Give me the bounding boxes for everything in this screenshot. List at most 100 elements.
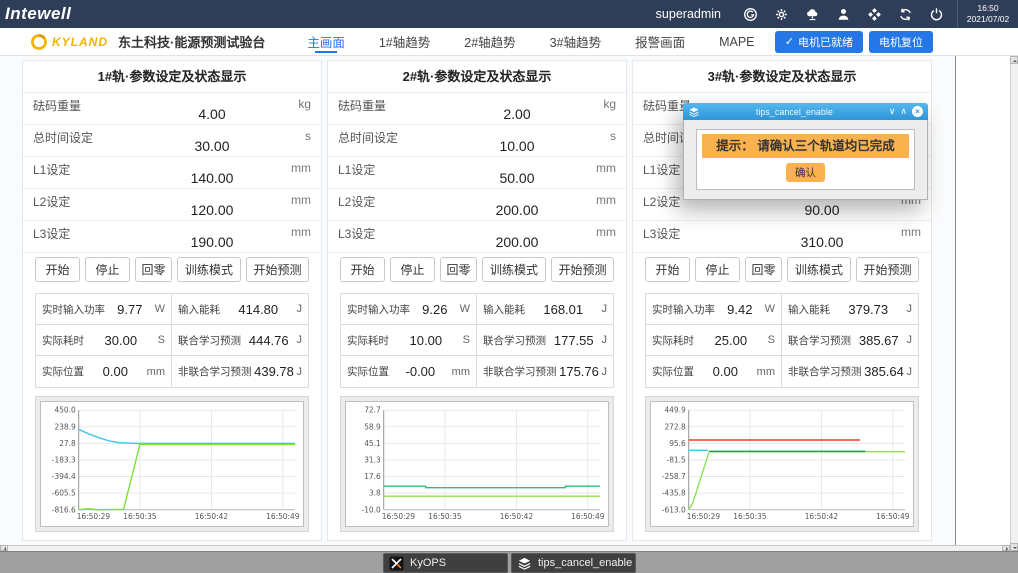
tab-axis3-trend[interactable]: 3#轴趋势 — [550, 28, 601, 55]
param-value-field[interactable]: 10.00 — [448, 138, 586, 154]
tab-mape[interactable]: MAPE — [719, 28, 754, 55]
status-unit: J — [602, 366, 608, 378]
start-button[interactable]: 开始 — [340, 257, 385, 282]
param-unit: s — [305, 129, 311, 143]
status-value: 177.55 — [546, 333, 602, 348]
train-mode-button[interactable]: 训练模式 — [787, 257, 851, 282]
navbar: KYLAND 东土科技·能源预测试验台 主画面 1#轴趋势 2#轴趋势 3#轴趋… — [0, 28, 1018, 56]
status-value: 439.78 — [252, 364, 297, 379]
status-label: 实际耗时 — [42, 333, 84, 348]
status-label: 联合学习预测 — [178, 333, 241, 348]
start-button[interactable]: 开始 — [645, 257, 690, 282]
status-unit: W — [765, 303, 775, 315]
maximize-icon[interactable]: ∧ — [900, 107, 907, 116]
svg-text:238.9: 238.9 — [54, 422, 75, 431]
status-value: 414.80 — [220, 302, 297, 317]
power-icon[interactable] — [925, 3, 947, 25]
status-table: 实时输入功率9.77W 输入能耗414.80J 实际耗时30.00S 联合学习预… — [35, 293, 309, 388]
kyland-emblem-icon — [30, 33, 48, 51]
scroll-down-arrow[interactable] — [1010, 543, 1018, 551]
status-label: 实际耗时 — [652, 333, 694, 348]
user-icon[interactable] — [832, 3, 854, 25]
param-value-field[interactable]: 190.00 — [143, 234, 281, 250]
param-value-field[interactable]: 120.00 — [143, 202, 281, 218]
scroll-up-arrow[interactable] — [1010, 56, 1018, 64]
status-label: 实际位置 — [42, 364, 84, 379]
param-value-field[interactable]: 50.00 — [448, 170, 586, 186]
status-value: 9.26 — [410, 302, 460, 317]
trend-chart-svg: 450.0238.927.8-183.3-394.4-605.5-816.616… — [41, 402, 303, 526]
svg-text:16:50:42: 16:50:42 — [500, 512, 534, 521]
dialog-titlebar[interactable]: tips_cancel_enable ∨ ∧ × — [683, 103, 928, 120]
tab-axis2-trend[interactable]: 2#轴趋势 — [464, 28, 515, 55]
stop-button[interactable]: 停止 — [85, 257, 130, 282]
zero-button[interactable]: 回零 — [135, 257, 172, 282]
taskbar-item-kyops[interactable]: KyOPS — [383, 553, 508, 573]
svg-text:16:50:42: 16:50:42 — [195, 512, 229, 521]
tab-axis1-trend[interactable]: 1#轴趋势 — [379, 28, 430, 55]
svg-text:-81.5: -81.5 — [667, 455, 686, 464]
start-predict-button[interactable]: 开始预测 — [856, 257, 919, 282]
start-predict-button[interactable]: 开始预测 — [551, 257, 614, 282]
sync-icon[interactable] — [894, 3, 916, 25]
motor-reset-button[interactable]: 电机复位 — [869, 31, 933, 53]
close-icon[interactable]: × — [912, 106, 923, 117]
status-unit: S — [768, 334, 775, 346]
train-mode-button[interactable]: 训练模式 — [482, 257, 546, 282]
apps-icon[interactable] — [863, 3, 885, 25]
status-label: 非联合学习预测 — [178, 364, 252, 379]
param-value-field[interactable]: 4.00 — [143, 106, 281, 122]
svg-text:16:50:49: 16:50:49 — [876, 512, 910, 521]
username-label: superadmin — [656, 7, 721, 21]
kyops-icon — [389, 556, 404, 571]
status-row: 实际耗时10.00S 联合学习预测177.55J — [341, 325, 613, 356]
clock-time: 16:50 — [960, 3, 1016, 14]
stop-button[interactable]: 停止 — [695, 257, 740, 282]
param-value-field[interactable]: 90.00 — [753, 202, 891, 218]
svg-text:27.8: 27.8 — [59, 439, 76, 448]
tab-alarm-screen[interactable]: 报警画面 — [635, 28, 685, 55]
gear-icon[interactable] — [770, 3, 792, 25]
tab-bar: 主画面 1#轴趋势 2#轴趋势 3#轴趋势 报警画面 MAPE — [307, 28, 754, 55]
tab-main-screen[interactable]: 主画面 — [307, 28, 345, 55]
param-value-field[interactable]: 200.00 — [448, 202, 586, 218]
start-predict-button[interactable]: 开始预测 — [246, 257, 309, 282]
status-label: 实时输入功率 — [652, 302, 715, 317]
status-label: 实时输入功率 — [42, 302, 105, 317]
param-value-field[interactable]: 310.00 — [753, 234, 891, 250]
zero-button[interactable]: 回零 — [745, 257, 782, 282]
status-unit: W — [155, 303, 165, 315]
train-mode-button[interactable]: 训练模式 — [177, 257, 241, 282]
svg-text:95.6: 95.6 — [669, 439, 686, 448]
param-value-field[interactable]: 140.00 — [143, 170, 281, 186]
zero-button[interactable]: 回零 — [440, 257, 477, 282]
start-button[interactable]: 开始 — [35, 257, 80, 282]
param-value-field[interactable]: 30.00 — [143, 138, 281, 154]
dialog-title: tips_cancel_enable — [700, 107, 889, 117]
taskbar-item-tips-cancel-enable[interactable]: tips_cancel_enable — [511, 553, 636, 573]
param-label: L1设定 — [338, 161, 375, 178]
svg-text:16:50:29: 16:50:29 — [687, 512, 721, 521]
circle-g-icon[interactable] — [739, 3, 761, 25]
stop-button[interactable]: 停止 — [390, 257, 435, 282]
topbar-icons — [739, 3, 947, 25]
minimize-icon[interactable]: ∨ — [889, 107, 896, 116]
confirm-button[interactable]: 确认 — [786, 163, 825, 182]
panel-title: 2#轨·参数设定及状态显示 — [328, 61, 626, 93]
svg-text:16:50:35: 16:50:35 — [733, 512, 767, 521]
motor-ready-button[interactable]: ✓ 电机已就绪 — [775, 31, 863, 53]
svg-text:45.1: 45.1 — [364, 439, 381, 448]
svg-text:-258.7: -258.7 — [662, 472, 686, 481]
param-row-weight: 砝码重量 2.00 kg — [328, 93, 626, 125]
status-unit: J — [907, 303, 913, 315]
status-label: 实际位置 — [652, 364, 694, 379]
status-label: 非联合学习预测 — [483, 364, 557, 379]
status-unit: W — [460, 303, 470, 315]
trend-chart-track-3: 449.9272.895.6-81.5-258.7-435.8-613.016:… — [645, 396, 919, 532]
cloud-network-icon[interactable] — [801, 3, 823, 25]
param-value-field[interactable]: 200.00 — [448, 234, 586, 250]
param-row-l1: L1设定 140.00 mm — [23, 157, 321, 189]
vertical-scrollbar[interactable] — [1010, 56, 1018, 551]
param-value-field[interactable]: 2.00 — [448, 106, 586, 122]
status-label: 实际位置 — [347, 364, 389, 379]
